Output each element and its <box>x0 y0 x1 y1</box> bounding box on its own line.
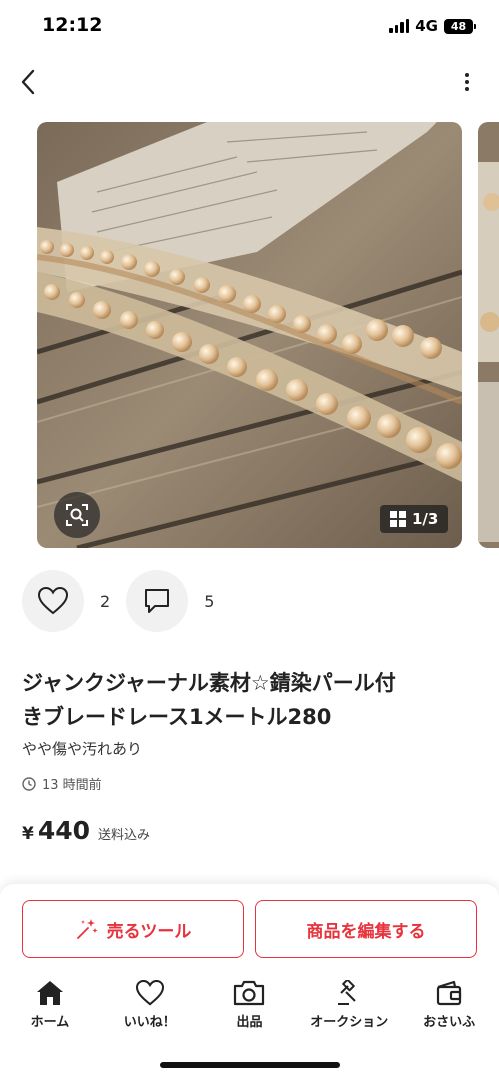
tab-auction[interactable]: オークション <box>299 980 399 1040</box>
tab-sell[interactable]: 出品 <box>200 980 300 1040</box>
image-search-button[interactable] <box>54 492 100 538</box>
like-button[interactable] <box>22 570 84 632</box>
item-title-line1: ジャンクジャーナル素材☆錆染パール付 <box>22 671 396 695</box>
tab-sell-label: 出品 <box>236 1015 263 1030</box>
back-button[interactable] <box>12 66 44 98</box>
status-time: 12:12 <box>42 14 103 36</box>
home-indicator <box>160 1062 340 1068</box>
camera-icon <box>234 980 265 1006</box>
price-value: 440 <box>37 816 91 845</box>
next-photo-preview[interactable] <box>478 122 499 548</box>
reaction-row: 2 5 <box>22 570 230 632</box>
image-search-icon <box>66 504 88 526</box>
home-icon <box>36 981 63 1005</box>
dot <box>465 80 469 84</box>
item-condition: やや傷や汚れあり <box>22 740 143 758</box>
gavel-icon <box>338 980 356 1005</box>
heart-icon <box>135 980 164 1006</box>
dot <box>465 87 469 91</box>
chevron-left-icon <box>21 69 35 95</box>
posted-time-text: 13 時間前 <box>42 778 102 793</box>
image-counter-text: 1/3 <box>412 510 439 528</box>
item-title: ジャンクジャーナル素材☆錆染パール付 きブレードレース1メートル280 <box>22 666 482 734</box>
status-bar: 12:12 4G 48 <box>0 0 499 54</box>
currency-symbol: ¥ <box>22 824 34 844</box>
comment-count: 5 <box>204 591 215 611</box>
tab-bar: ホーム いいね！ 出品 オークション おさいふ <box>0 980 499 1040</box>
battery-level: 48 <box>450 19 467 33</box>
signal-icon <box>389 19 410 33</box>
dot <box>465 73 469 77</box>
image-counter: 1/3 <box>380 505 449 533</box>
sparkle-wand-icon <box>76 919 98 939</box>
next-photo-image <box>478 122 499 548</box>
tab-home[interactable]: ホーム <box>0 980 100 1040</box>
clock-icon <box>22 776 36 791</box>
bottom-panel: 売るツール 商品を編集する ホーム いいね！ 出品 オークション おさいふ <box>0 884 499 1080</box>
product-photo-image <box>37 122 462 548</box>
comment-button[interactable] <box>126 570 189 632</box>
item-price: ¥440 <box>22 816 90 845</box>
shipping-label: 送料込み <box>98 828 151 843</box>
image-carousel[interactable]: 1/3 <box>0 122 499 548</box>
like-count: 2 <box>100 591 111 611</box>
wallet-icon <box>436 980 462 1006</box>
posted-time: 13 時間前 <box>22 774 102 793</box>
edit-item-label: 商品を編集する <box>306 921 426 942</box>
edit-item-button[interactable]: 商品を編集する <box>255 900 477 958</box>
more-options-button[interactable] <box>457 66 477 98</box>
battery-icon: 48 <box>444 18 476 34</box>
tab-auction-label: オークション <box>310 1015 389 1030</box>
tab-wallet-label: おさいふ <box>423 1015 476 1030</box>
grid-icon <box>390 511 406 527</box>
comment-icon <box>145 589 170 613</box>
heart-icon <box>38 587 68 615</box>
sell-tool-label: 売るツール <box>106 921 192 942</box>
tab-wallet[interactable]: おさいふ <box>399 980 499 1040</box>
tab-likes-label: いいね！ <box>123 1015 176 1030</box>
price-row: ¥440 送料込み <box>22 816 150 845</box>
tab-home-label: ホーム <box>30 1015 70 1030</box>
status-indicators: 4G 48 <box>389 17 476 35</box>
tab-likes[interactable]: いいね！ <box>100 980 200 1040</box>
top-nav <box>0 62 499 104</box>
sell-tool-button[interactable]: 売るツール <box>22 900 244 958</box>
item-title-line2: きブレードレース1メートル280 <box>22 705 332 729</box>
network-type: 4G <box>415 17 438 35</box>
product-photo[interactable] <box>37 122 462 548</box>
